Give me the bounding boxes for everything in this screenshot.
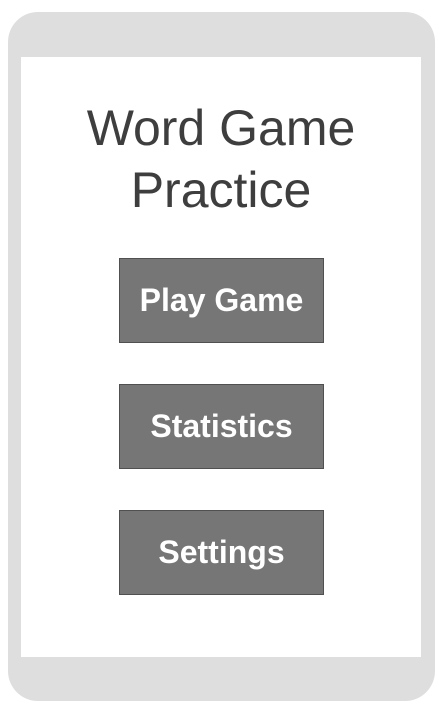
statistics-button[interactable]: Statistics bbox=[119, 384, 324, 469]
settings-button[interactable]: Settings bbox=[119, 510, 324, 595]
page-title: Word Game Practice bbox=[21, 97, 421, 221]
page-title-line-1: Word Game bbox=[86, 100, 356, 156]
app-screen: Word Game Practice Play Game Statistics … bbox=[21, 57, 421, 657]
play-game-button[interactable]: Play Game bbox=[119, 258, 324, 343]
page-title-line-2: Practice bbox=[130, 162, 312, 218]
